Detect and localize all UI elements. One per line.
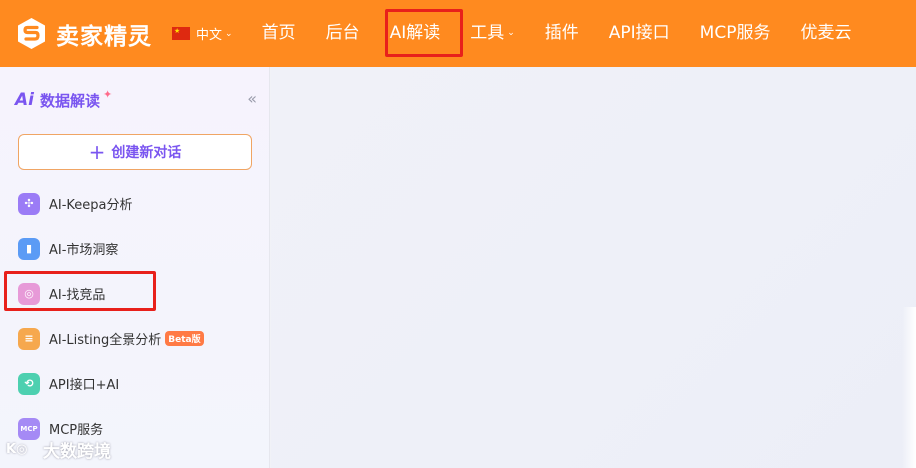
sidebar-item-api-ai[interactable]: ⟲ API接口+AI [0,361,270,406]
watermark: K◎ 大数跨境 [6,437,111,462]
nav-api[interactable]: API接口 [594,0,685,67]
sparkle-icon: ✦ [103,87,113,101]
new-chat-button[interactable]: + 创建新对话 [18,134,252,170]
sidebar-item-market-insight[interactable]: ▮ AI-市场洞察 [0,226,270,271]
chevron-down-icon: ⌄ [507,28,515,38]
highlight-box-menu [4,271,156,311]
collapse-sidebar-icon[interactable]: ‹‹ [247,89,257,108]
sidebar-header: Ai 数据解读 ✦ [0,67,269,133]
sidebar-title: 数据解读 [39,91,100,110]
new-chat-label: 创建新对话 [111,145,182,161]
nav-plugins[interactable]: 插件 [530,0,594,67]
chevron-down-icon: ⌄ [225,28,233,39]
nav-tools-label: 工具 [470,23,505,43]
sidebar: Ai 数据解读 ✦ ‹‹ + 创建新对话 ✣ AI-Keepa分析 ▮ AI-市… [0,67,270,468]
sidebar-item-label: AI-市场洞察 [49,243,119,258]
language-label: 中文 [196,28,223,43]
main-content [271,67,916,468]
sidebar-item-label: API接口+AI [49,378,120,393]
nav-mcp[interactable]: MCP服务 [685,0,786,67]
sidebar-item-keepa[interactable]: ✣ AI-Keepa分析 [0,181,270,226]
highlight-box-nav [385,9,463,57]
beta-badge: Beta版 [165,331,204,346]
language-selector[interactable]: 中文 ⌄ [172,24,233,43]
sidebar-item-listing-analysis[interactable]: ≡ AI-Listing全景分析 Beta版 [0,316,270,361]
listing-icon: ≡ [18,327,40,350]
main-nav: 首页 后台 AI解读 工具 ⌄ 插件 API接口 MCP服务 优麦云 [247,0,867,67]
brand-logo[interactable]: 卖家精灵 [15,17,152,51]
nav-dashboard[interactable]: 后台 [311,0,375,67]
plus-icon: + [88,140,106,164]
brand-name: 卖家精灵 [56,23,152,50]
sidebar-item-label: AI-Keepa分析 [49,198,133,213]
sidebar-menu: ✣ AI-Keepa分析 ▮ AI-市场洞察 ◎ AI-找竞品 ≡ AI-Lis… [0,181,270,451]
ai-logo-icon: Ai [15,90,34,110]
sidebar-item-label: MCP服务 [49,423,104,438]
api-icon: ⟲ [18,372,40,395]
nav-youmaiyun[interactable]: 优麦云 [785,0,866,67]
keepa-icon: ✣ [18,192,40,215]
watermark-text: 大数跨境 [43,442,111,462]
bar-chart-icon: ▮ [18,237,40,260]
china-flag-icon [172,27,190,40]
sidebar-item-label: AI-Listing全景分析 [49,333,162,348]
nav-tools[interactable]: 工具 ⌄ [455,0,530,67]
main-edge-glow [902,307,916,468]
sellersprite-logo-icon [18,18,45,49]
watermark-logo-icon: K◎ [6,442,28,457]
nav-home[interactable]: 首页 [247,0,311,67]
